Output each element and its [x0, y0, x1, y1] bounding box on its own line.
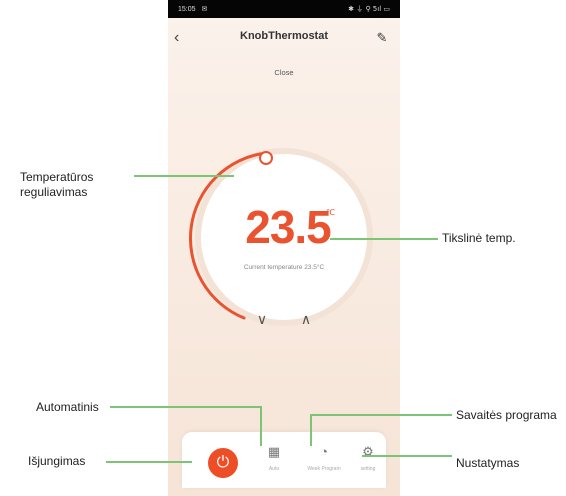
auto-label: Auto: [268, 466, 280, 472]
callout-line-power: [106, 461, 192, 463]
callout-line-temp-adjust: [134, 175, 234, 177]
callout-line-settings: [362, 455, 452, 457]
callout-line-automatic-v: [260, 406, 262, 446]
annotation-week-program: Savaitės programa: [456, 408, 557, 422]
callout-line-target-temp: [330, 238, 438, 240]
setting-label: setting: [360, 466, 376, 472]
clock-icon: ◔: [320, 444, 328, 459]
setting-button[interactable]: ⚙ setting: [346, 444, 390, 472]
temperature-up-button[interactable]: ∧: [294, 310, 318, 328]
temperature-unit: ℃: [326, 208, 335, 217]
callout-line-automatic-h: [110, 406, 262, 408]
annotation-automatic: Automatinis: [36, 400, 99, 414]
current-temperature: Current temperature 23.5°C: [243, 264, 325, 271]
auto-button[interactable]: ▦ Auto: [252, 444, 296, 472]
annotation-temp-adjust: Temperatūros reguliavimas: [20, 170, 94, 199]
annotation-target-temp: Tikslinė temp.: [442, 231, 516, 245]
annotation-settings: Nustatymas: [456, 456, 520, 470]
phone-screen: 15:05 ✉ ✱ ⏚ ⚲ 5ıl ▭ ‹ KnobThermostat ✎ C…: [168, 0, 400, 496]
annotation-power-off: Išjungimas: [28, 454, 86, 468]
power-button[interactable]: ⏻: [208, 448, 238, 478]
callout-line-week-h: [310, 414, 452, 416]
gear-icon: ⚙: [362, 444, 374, 459]
callout-line-week-v: [310, 414, 312, 446]
dial-knob[interactable]: [259, 151, 273, 165]
temperature-down-button[interactable]: ∨: [250, 310, 274, 328]
week-program-button[interactable]: ◔ Week Program: [302, 444, 346, 472]
target-temperature: 23.5: [245, 201, 332, 253]
week-program-label: Week Program: [307, 466, 341, 472]
bottom-toolbar: ⏻ ▦ Auto ◔ Week Program ⚙ setting: [182, 432, 386, 488]
calendar-icon: ▦: [267, 444, 281, 459]
